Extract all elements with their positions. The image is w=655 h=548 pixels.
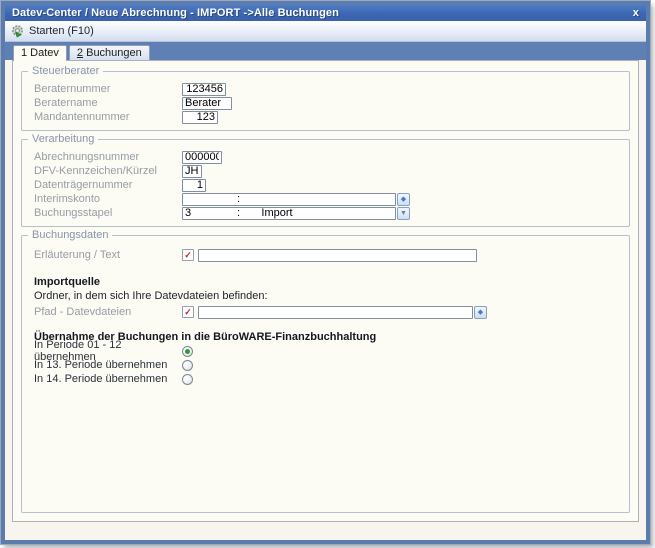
- field-row: Buchungsstapel ▼: [34, 206, 619, 220]
- field-row: Erläuterung / Text ✓: [34, 248, 619, 262]
- datev-tab-panel: Steuerberater Beraternummer Beratername …: [12, 60, 639, 522]
- start-gear-icon: [10, 24, 25, 39]
- field-row: Abrechnungsnummer: [34, 150, 619, 164]
- field-row: Pfad - Datevdateien ✓ ◆: [34, 305, 619, 319]
- mandantennummer-input[interactable]: [182, 111, 218, 124]
- tab-buchungen[interactable]: 2 Buchungen: [69, 45, 150, 60]
- groupbox-steuerberater: Steuerberater Beraternummer Beratername …: [21, 71, 630, 131]
- ordner-hint-text: Ordner, in dem sich Ihre Datevdateien be…: [34, 289, 619, 303]
- radio-dot: [185, 349, 190, 354]
- groupbox-legend: Verarbeitung: [28, 133, 98, 145]
- radio-periode-01-12[interactable]: [182, 346, 193, 357]
- groupbox-legend: Steuerberater: [28, 65, 103, 77]
- datev-center-window: Datev-Center / Neue Abrechnung - IMPORT …: [1, 1, 650, 544]
- radio-label: In 13. Periode übernehmen: [34, 359, 182, 371]
- datentraegernummer-input[interactable]: [182, 179, 206, 192]
- field-row: Beraternummer: [34, 82, 619, 96]
- radio-row-periode-01-12: In Periode 01 - 12 übernehmen: [34, 344, 619, 358]
- field-row: Mandantennummer: [34, 110, 619, 124]
- tab-content-area: Steuerberater Beraternummer Beratername …: [5, 60, 646, 540]
- pfad-datevdateien-label: Pfad - Datevdateien: [34, 306, 182, 318]
- datentraegernummer-label: Datenträgernummer: [34, 179, 182, 191]
- beratername-input[interactable]: [182, 97, 232, 110]
- beraternummer-input[interactable]: [182, 83, 226, 96]
- close-icon[interactable]: x: [633, 8, 639, 18]
- tab-datev[interactable]: 1 Datev: [13, 45, 67, 61]
- radio-row-periode-13: In 13. Periode übernehmen: [34, 358, 619, 372]
- abrechnungsnummer-label: Abrechnungsnummer: [34, 151, 182, 163]
- groupbox-legend: Buchungsdaten: [28, 229, 112, 241]
- field-row: Interimskonto ◆: [34, 192, 619, 206]
- importquelle-heading: Importquelle: [34, 275, 619, 289]
- mandantennummer-label: Mandantennummer: [34, 111, 182, 123]
- lookup-diamond-icon: ◆: [401, 196, 406, 203]
- edit-check-icon[interactable]: ✓: [182, 306, 194, 318]
- interimskonto-input[interactable]: [182, 193, 396, 206]
- field-row: DFV-Kennzeichen/Kürzel: [34, 164, 619, 178]
- radio-row-periode-14: In 14. Periode übernehmen: [34, 372, 619, 386]
- interimskonto-label: Interimskonto: [34, 193, 182, 205]
- radio-dot: [185, 377, 190, 382]
- dfv-kennzeichen-input[interactable]: [182, 165, 202, 178]
- radio-periode-14[interactable]: [182, 374, 193, 385]
- beraternummer-label: Beraternummer: [34, 83, 182, 95]
- titlebar[interactable]: Datev-Center / Neue Abrechnung - IMPORT …: [5, 5, 646, 21]
- radio-dot: [185, 363, 190, 368]
- pfad-lookup-button[interactable]: ◆: [474, 306, 487, 319]
- abrechnungsnummer-input[interactable]: [182, 151, 222, 164]
- interimskonto-lookup-button[interactable]: ◆: [397, 193, 410, 206]
- lookup-diamond-icon: ◆: [478, 309, 483, 316]
- chevron-down-icon: ▼: [400, 210, 407, 217]
- erlaeuterung-label: Erläuterung / Text: [34, 249, 182, 261]
- groupbox-verarbeitung: Verarbeitung Abrechnungsnummer DFV-Kennz…: [21, 139, 630, 227]
- groupbox-buchungsdaten: Buchungsdaten Erläuterung / Text ✓ Impor…: [21, 235, 630, 513]
- field-row: Datenträgernummer: [34, 178, 619, 192]
- dfv-kennzeichen-label: DFV-Kennzeichen/Kürzel: [34, 165, 182, 177]
- toolbar: Starten (F10): [5, 21, 646, 42]
- erlaeuterung-input[interactable]: [198, 249, 477, 262]
- buchungsstapel-label: Buchungsstapel: [34, 207, 182, 219]
- buchungsstapel-dropdown-button[interactable]: ▼: [397, 207, 410, 220]
- radio-periode-13[interactable]: [182, 360, 193, 371]
- window-title: Datev-Center / Neue Abrechnung - IMPORT …: [12, 7, 339, 19]
- beratername-label: Beratername: [34, 97, 182, 109]
- radio-label: In 14. Periode übernehmen: [34, 373, 182, 385]
- tab-band: 1 Datev 2 Buchungen: [5, 42, 646, 60]
- field-row: Beratername: [34, 96, 619, 110]
- start-button[interactable]: Starten (F10): [29, 25, 94, 37]
- buchungsstapel-input[interactable]: [182, 207, 396, 220]
- edit-check-icon[interactable]: ✓: [182, 249, 194, 261]
- pfad-datevdateien-input[interactable]: [198, 306, 473, 319]
